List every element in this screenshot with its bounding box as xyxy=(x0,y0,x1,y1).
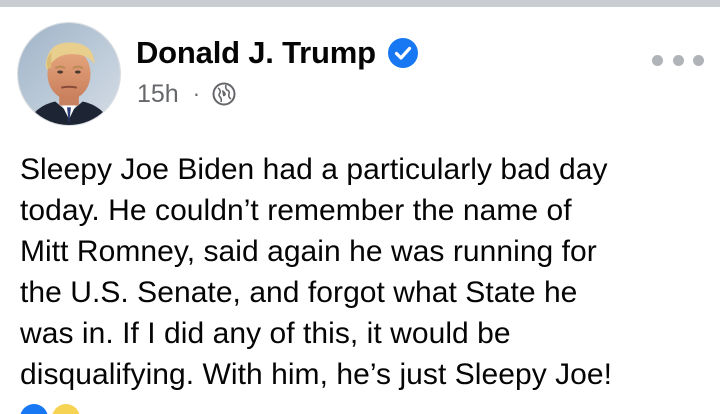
reactions-summary[interactable] xyxy=(20,404,84,414)
more-dot-icon xyxy=(693,54,704,66)
more-options-button[interactable] xyxy=(652,47,704,73)
verified-badge-icon xyxy=(387,38,418,68)
post-timestamp[interactable]: 15h xyxy=(137,80,179,109)
globe-icon[interactable] xyxy=(212,82,236,106)
more-dot-icon xyxy=(672,54,684,66)
meta-separator: · xyxy=(192,81,201,106)
author-avatar[interactable] xyxy=(17,22,121,126)
post-meta: 15h · xyxy=(137,77,236,111)
feed-divider xyxy=(0,0,720,7)
post-card: Donald J. Trump 15h · Sleepy Joe Biden h… xyxy=(0,7,720,414)
post-text: Sleepy Joe Biden had a particularly bad … xyxy=(20,153,613,391)
author-row: Donald J. Trump xyxy=(136,33,418,73)
author-name[interactable]: Donald J. Trump xyxy=(136,35,376,71)
haha-icon xyxy=(52,404,80,414)
more-dot-icon xyxy=(652,54,663,66)
profile-photo-icon xyxy=(18,23,120,125)
like-icon xyxy=(20,404,48,414)
